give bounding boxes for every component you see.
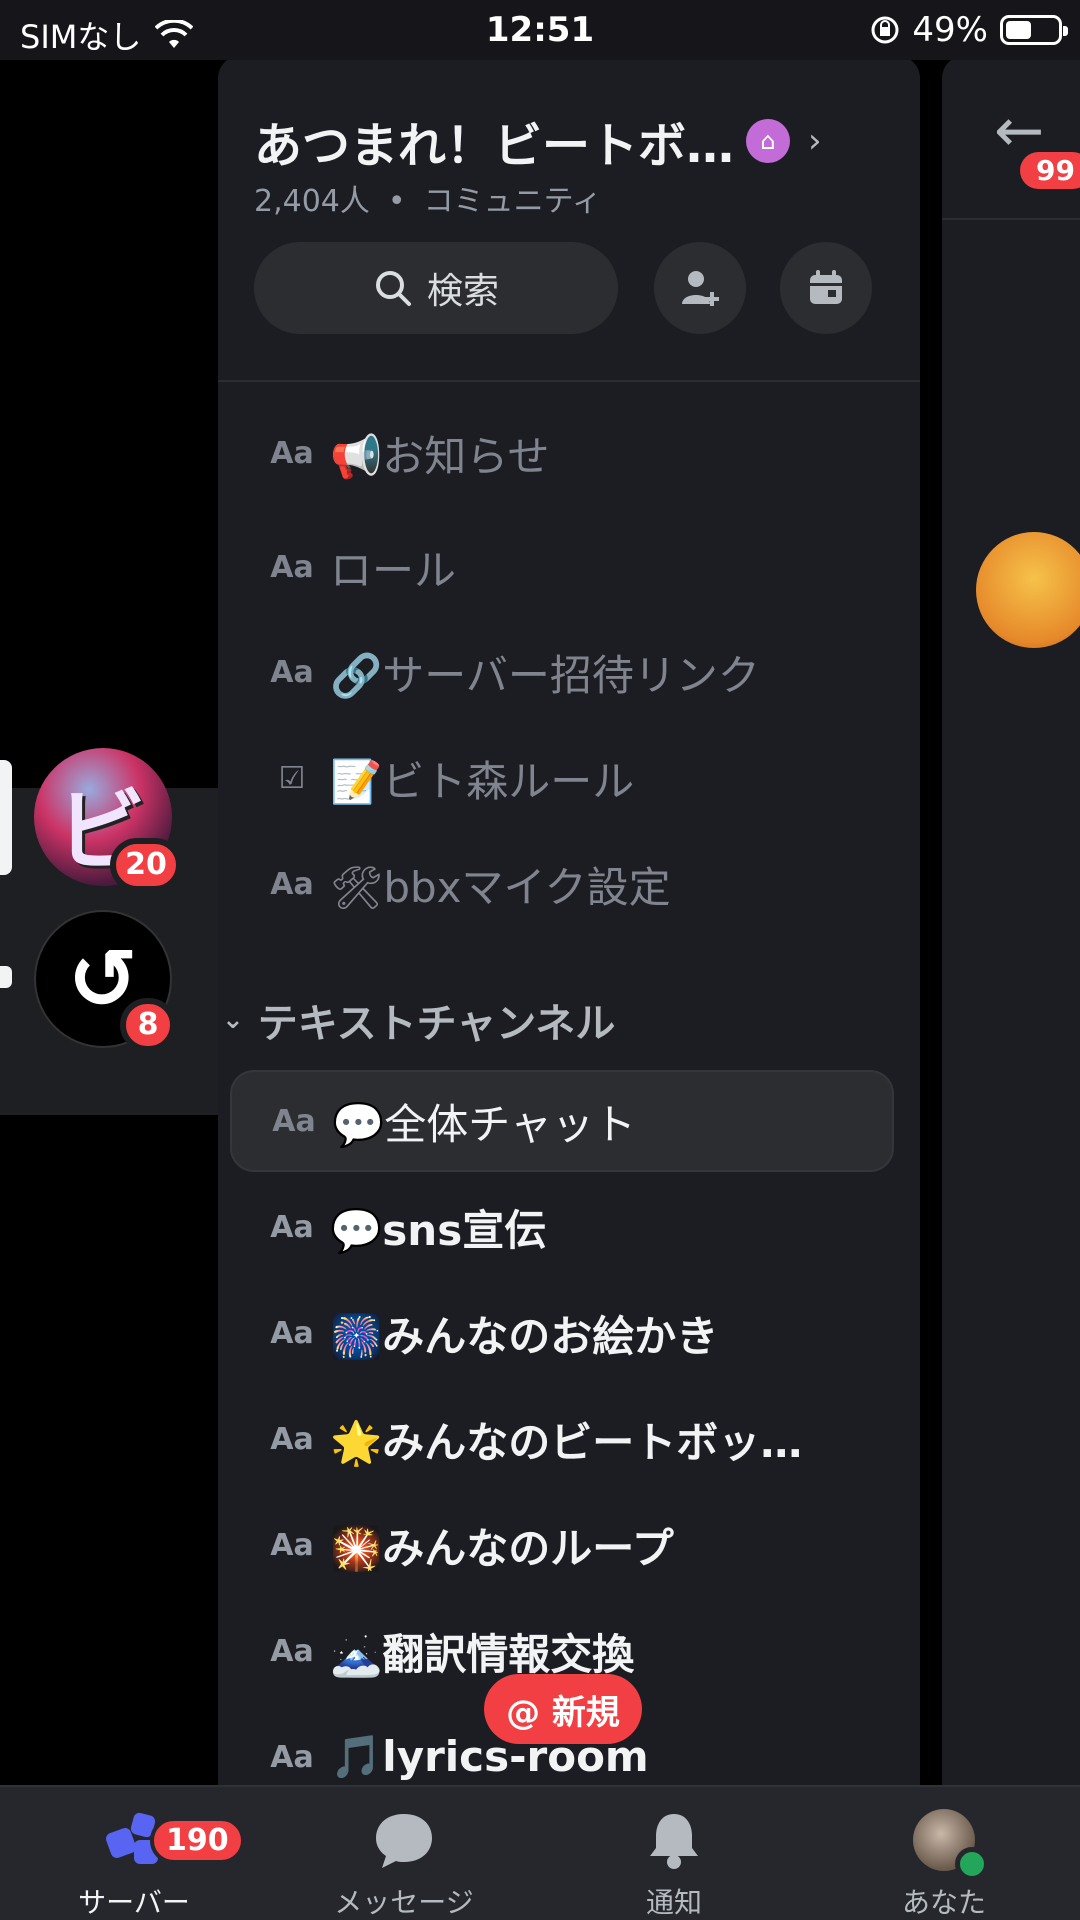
invite-button[interactable] xyxy=(654,242,746,334)
channel-name: 💬全体チャット xyxy=(332,1099,636,1149)
channel-name: 🛠bbxマイク設定 xyxy=(330,862,671,912)
status-bar: SIMなし 12:51 49% xyxy=(0,0,1080,60)
channel-drawings[interactable]: Aa 🎆みんなのお絵かき xyxy=(230,1282,894,1384)
rules-channel-icon: ☑ xyxy=(278,760,306,796)
server-title: あつまれ！ビートボ… xyxy=(254,118,735,174)
tab-label: メッセージ xyxy=(334,1886,474,1919)
community-boost-icon: ⌂ xyxy=(746,119,791,163)
forum-channel-icon: Aa xyxy=(270,1209,314,1245)
battery-group: 49% xyxy=(870,10,1068,50)
unread-server-indicator xyxy=(0,966,12,988)
channel-beatbox[interactable]: Aa 🌟みんなのビートボッ… xyxy=(230,1388,894,1490)
events-button[interactable] xyxy=(780,242,872,334)
battery-level xyxy=(1006,21,1031,39)
channel-name: 📢お知らせ xyxy=(330,431,550,481)
channel-rules[interactable]: ☑ 📝ビト森ルール xyxy=(230,727,894,829)
tab-label: あなた xyxy=(901,1886,986,1919)
forum-channel-icon: Aa xyxy=(270,549,314,585)
forum-channel-icon: Aa xyxy=(270,435,314,471)
channel-name: 🎆みんなのお絵かき xyxy=(330,1311,719,1361)
channel-name: ロール xyxy=(330,545,457,595)
search-icon xyxy=(375,271,411,306)
channel-roles[interactable]: Aa ロール xyxy=(230,516,894,618)
search-button[interactable]: 検索 xyxy=(254,242,618,334)
channel-sns[interactable]: Aa 💬sns宣伝 xyxy=(230,1176,894,1278)
channel-name: 📝ビト森ルール xyxy=(330,756,635,806)
tab-servers[interactable]: 190 サーバー xyxy=(24,1805,245,1920)
chat-preview-panel[interactable]: ← 99 xyxy=(942,56,1080,1786)
channel-name: 🎇みんなのループ xyxy=(330,1523,674,1573)
add-user-icon xyxy=(682,271,719,306)
server-type: コミュニティ xyxy=(423,184,602,219)
search-label: 検索 xyxy=(426,271,499,312)
forum-channel-icon: Aa xyxy=(272,1103,316,1139)
servers-badge: 190 xyxy=(150,1817,245,1864)
channel-name: 💬sns宣伝 xyxy=(330,1205,547,1255)
forum-channel-icon: Aa xyxy=(270,1739,314,1775)
channel-general-chat[interactable]: Aa 💬全体チャット xyxy=(230,1070,894,1172)
tab-notifications[interactable]: 通知 xyxy=(564,1805,784,1920)
forum-channel-icon: Aa xyxy=(270,1633,314,1669)
chat-bubble-icon xyxy=(376,1814,432,1868)
channel-name: 🗻翻訳情報交換 xyxy=(330,1629,635,1679)
member-count: 2,404人 xyxy=(254,184,370,219)
battery-percent: 49% xyxy=(912,10,988,50)
forum-channel-icon: Aa xyxy=(270,654,314,690)
channel-name: 🔗サーバー招待リンク xyxy=(330,650,760,700)
chevron-down-icon: ⌄ xyxy=(222,1005,244,1035)
server-meta: 2,404人 • コミュニティ xyxy=(254,184,602,219)
new-mentions-pill[interactable]: @ 新規 xyxy=(484,1674,642,1744)
tab-you[interactable]: あなた xyxy=(834,1805,1054,1920)
channel-mic-settings[interactable]: Aa 🛠bbxマイク設定 xyxy=(230,833,894,935)
calendar-icon xyxy=(810,270,842,304)
bell-icon xyxy=(650,1814,698,1869)
channel-loops[interactable]: Aa 🎇みんなのループ xyxy=(230,1494,894,1596)
selected-server-indicator xyxy=(0,760,12,875)
channel-panel: あつまれ！ビートボ… ⌂ › 2,404人 • コミュニティ 検索 Aa 📢お知… xyxy=(218,56,920,1786)
channel-invite-link[interactable]: Aa 🔗サーバー招待リンク xyxy=(230,621,894,723)
forum-channel-icon: Aa xyxy=(270,1421,314,1457)
server-mention-badge: 20 xyxy=(110,838,182,892)
channel-name: 🌟みんなのビートボッ… xyxy=(330,1417,803,1467)
server-mention-badge: 8 xyxy=(120,998,176,1052)
tab-messages[interactable]: メッセージ xyxy=(294,1805,514,1920)
category-header[interactable]: ⌄ テキストチャンネル xyxy=(222,991,615,1049)
tab-label: サーバー xyxy=(78,1886,190,1919)
unread-badge: 99 xyxy=(1020,152,1080,189)
orientation-lock-icon xyxy=(871,16,899,44)
server-header[interactable]: あつまれ！ビートボ… ⌂ › xyxy=(254,106,894,176)
avatar xyxy=(913,1809,989,1881)
avatar[interactable] xyxy=(976,532,1080,648)
tab-label: 通知 xyxy=(645,1886,702,1919)
chevron-right-icon: › xyxy=(808,121,822,161)
channel-announcements[interactable]: Aa 📢お知らせ xyxy=(230,402,894,504)
bottom-nav: 190 サーバー メッセージ 通知 あなた xyxy=(0,1785,1080,1920)
category-name: テキストチャンネル xyxy=(257,1001,616,1047)
forum-channel-icon: Aa xyxy=(270,866,314,902)
preview-header-divider xyxy=(942,218,1080,220)
forum-channel-icon: Aa xyxy=(270,1315,314,1351)
header-divider xyxy=(218,380,920,382)
battery-icon xyxy=(1000,15,1068,45)
online-status-indicator xyxy=(955,1847,989,1881)
forum-channel-icon: Aa xyxy=(270,1527,314,1563)
